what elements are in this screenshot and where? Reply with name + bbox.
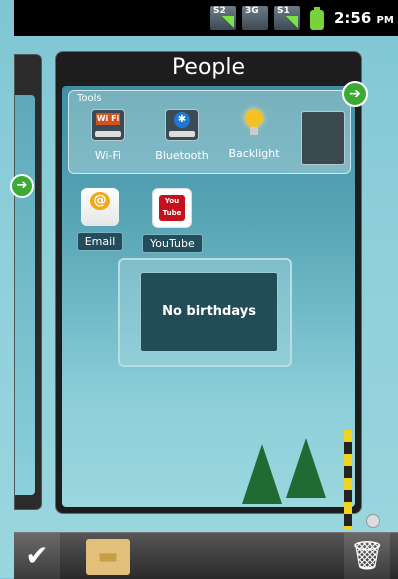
sim-signal-icon: S2 xyxy=(210,6,236,30)
bluetooth-toggle[interactable]: ✱ Bluetooth xyxy=(149,109,215,169)
tools-widget: Tools ➔ Wi Fi Wi-Fi ✱ Bluetooth Backligh… xyxy=(68,81,368,174)
status-mini-widget[interactable] xyxy=(301,111,345,165)
data-3g-icon: 3G xyxy=(242,6,268,30)
tree-decoration xyxy=(242,444,282,504)
birthday-widget[interactable]: No birthdays xyxy=(118,258,292,367)
bottom-dock: ✔ ▬ 🗑 xyxy=(14,532,398,579)
wifi-label: Wi-Fi xyxy=(94,149,122,162)
sim-signal-icon: S1 xyxy=(274,6,300,30)
striped-pole-decoration xyxy=(344,430,352,530)
check-button[interactable]: ✔ xyxy=(14,533,60,579)
email-icon xyxy=(81,188,119,226)
bluetooth-toggle-icon: ✱ xyxy=(165,109,199,141)
switch-indicator xyxy=(169,131,195,137)
status-bar: S2 3G S1 2:56 PM xyxy=(14,0,398,36)
wifi-toggle-icon: Wi Fi xyxy=(91,109,125,141)
wifi-icon: Wi Fi xyxy=(96,113,120,125)
lightbulb-icon xyxy=(238,109,270,139)
previous-screen-content xyxy=(15,95,35,495)
clock: 2:56 PM xyxy=(334,9,394,27)
previous-screen-panel[interactable] xyxy=(14,54,42,510)
tools-label: Tools xyxy=(77,93,102,104)
youtube-shortcut[interactable]: You Tube xyxy=(142,188,203,253)
backlight-toggle[interactable]: Backlight xyxy=(221,109,287,169)
birthday-message: No birthdays xyxy=(140,272,278,352)
trash-icon[interactable]: 🗑 xyxy=(344,533,390,579)
backlight-label: Backlight xyxy=(228,147,280,160)
scroll-left-arrow-icon[interactable]: ➔ xyxy=(10,174,34,198)
youtube-icon xyxy=(152,188,192,228)
folder-icon[interactable]: ▬ xyxy=(86,539,130,575)
expand-tools-arrow-icon[interactable]: ➔ xyxy=(342,81,368,107)
tree-decoration xyxy=(286,438,326,498)
people-card: People Tools ➔ Wi Fi Wi-Fi ✱ Bluetooth B… xyxy=(55,51,368,514)
bluetooth-icon: ✱ xyxy=(174,112,190,128)
switch-indicator xyxy=(95,131,121,137)
battery-icon xyxy=(310,7,324,30)
bulb-base xyxy=(250,127,258,135)
email-label: Email xyxy=(76,232,124,251)
page-indicator-dot xyxy=(366,514,380,528)
bluetooth-label: Bluetooth xyxy=(155,149,209,162)
screen: S2 3G S1 2:56 PM ➔ People Tools ➔ Wi Fi … xyxy=(0,0,398,579)
youtube-label: YouTube xyxy=(142,234,203,253)
card-body: Tools ➔ Wi Fi Wi-Fi ✱ Bluetooth Backligh… xyxy=(62,81,368,507)
bulb-shape xyxy=(245,109,263,127)
card-title: People xyxy=(171,55,246,80)
email-shortcut[interactable]: Email xyxy=(70,188,130,251)
wifi-toggle[interactable]: Wi Fi Wi-Fi xyxy=(75,109,141,169)
